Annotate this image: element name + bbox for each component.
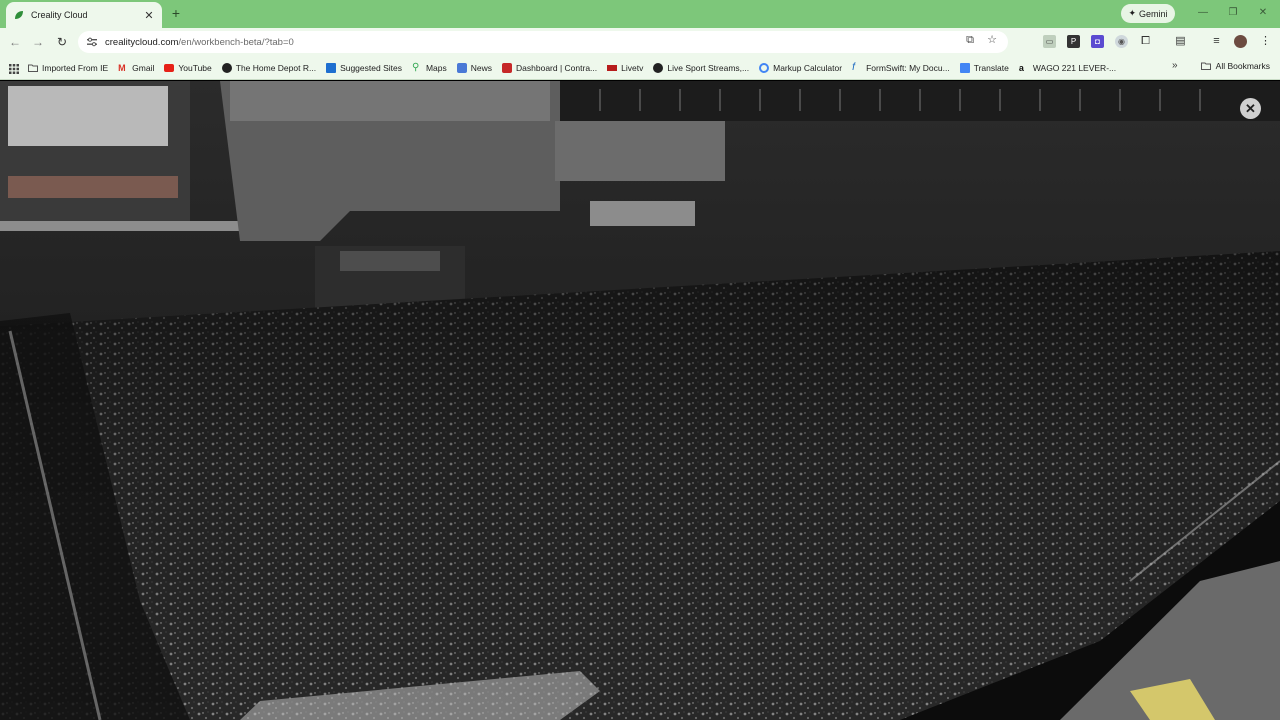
forward-arrow-icon[interactable]: → — [29, 33, 47, 51]
new-tab-button[interactable]: + — [168, 5, 184, 21]
reload-icon[interactable]: ↻ — [53, 33, 71, 51]
gemini-label: Gemini — [1139, 8, 1168, 19]
extensions-puzzle-icon[interactable]: ⧠ — [1139, 35, 1152, 48]
reading-list-icon[interactable]: ▤ — [1174, 35, 1187, 48]
homedepot-icon — [221, 62, 232, 73]
creality-leaf-icon — [15, 11, 23, 19]
bookmark-item[interactable]: Imported From IE — [28, 63, 108, 73]
bookmark-item[interactable]: Livetv — [607, 63, 643, 73]
bookmark-label: Livetv — [621, 62, 644, 73]
maps-icon: ⚲ — [411, 61, 420, 73]
printer-camera-view — [0, 81, 1280, 720]
menu-kebab-icon[interactable]: ⋮ — [1259, 35, 1272, 48]
bookmark-label: Imported From IE — [42, 62, 109, 73]
profile-avatar[interactable] — [1234, 35, 1247, 48]
news-icon — [456, 62, 467, 73]
bookmark-label: Dashboard | Contra... — [516, 62, 598, 73]
tab-title: Creality Cloud — [31, 10, 88, 20]
camera-feed-image — [0, 81, 1280, 720]
extension-shield-icon[interactable]: ◉ — [1115, 35, 1128, 48]
bookmark-item[interactable]: Markup Calculator — [759, 62, 843, 73]
url-path: /en/workbench-beta/?tab=0 — [178, 36, 294, 48]
sport-streams-icon — [653, 62, 664, 73]
dashboard-icon — [502, 62, 513, 73]
bookmark-label: Maps — [425, 62, 447, 73]
bookmark-item[interactable]: The Home Depot R... — [221, 62, 317, 73]
formswift-icon: f — [852, 61, 855, 73]
bookmark-item[interactable]: YouTube — [164, 62, 212, 73]
close-camera-button[interactable]: ✕ — [1240, 98, 1261, 119]
bookmark-label: Translate — [973, 62, 1009, 73]
bookmark-item[interactable]: Live Sport Streams,... — [653, 62, 750, 73]
bookmark-item[interactable]: f FormSwift: My Docu... — [852, 61, 950, 73]
bookmark-label: News — [470, 62, 493, 73]
youtube-icon — [164, 63, 175, 72]
address-bar[interactable]: crealitycloud.com/en/workbench-beta/?tab… — [78, 31, 1008, 53]
bookmark-item[interactable]: a WAGO 221 LEVER-... — [1019, 63, 1116, 73]
bookmark-item[interactable]: ⚲ Maps — [411, 61, 447, 73]
extension-p-icon[interactable]: P — [1067, 35, 1080, 48]
all-bookmarks-label: All Bookmarks — [1215, 61, 1270, 71]
extension-tabs-icon[interactable]: ▭ — [1043, 35, 1056, 48]
bookmarks-overflow-chevron-icon[interactable]: » — [1172, 60, 1178, 71]
apps-grid-icon[interactable] — [9, 61, 19, 79]
translate-icon — [959, 62, 970, 73]
bookmark-star-icon[interactable]: ☆ — [985, 33, 999, 47]
folder-icon — [28, 64, 38, 72]
suggested-sites-icon — [326, 62, 337, 73]
bookmark-label: The Home Depot R... — [235, 62, 317, 73]
extension-purple-icon[interactable]: ◘ — [1091, 35, 1104, 48]
bookmarks-bar: Imported From IE M Gmail YouTube The Hom… — [0, 56, 1280, 80]
bookmark-label: Live Sport Streams,... — [667, 62, 750, 73]
install-app-icon[interactable]: ⧉ — [963, 33, 977, 47]
tab-creality-cloud[interactable]: Creality Cloud ✕ — [6, 2, 162, 28]
window-close-button[interactable]: ✕ — [1253, 4, 1273, 22]
bookmark-label: WAGO 221 LEVER-... — [1032, 62, 1117, 73]
tab-close-icon[interactable]: ✕ — [142, 8, 156, 22]
tab-strip: Creality Cloud ✕ + ✦ Gemini — ❐ ✕ — [0, 0, 1280, 28]
folder-icon — [1200, 62, 1211, 70]
site-info-icon[interactable] — [86, 36, 98, 48]
all-bookmarks-button[interactable]: All Bookmarks — [1200, 61, 1270, 71]
minimize-button[interactable]: — — [1193, 4, 1213, 22]
livetv-icon — [607, 64, 618, 71]
bookmark-item[interactable]: News — [456, 62, 493, 73]
back-arrow-icon[interactable]: ← — [6, 33, 24, 51]
gmail-icon: M — [118, 62, 126, 73]
restore-button[interactable]: ❐ — [1223, 4, 1243, 22]
bookmark-item[interactable]: M Gmail — [118, 63, 154, 73]
gemini-spark-icon: ✦ — [1128, 8, 1137, 18]
bookmark-item[interactable]: Dashboard | Contra... — [502, 62, 598, 73]
media-controls-icon[interactable]: ≡ — [1210, 35, 1223, 48]
gemini-button[interactable]: ✦ Gemini — [1121, 4, 1175, 23]
markup-calculator-icon — [759, 62, 770, 73]
amazon-icon: a — [1018, 62, 1024, 73]
bookmark-label: Markup Calculator — [773, 62, 843, 73]
bookmark-label: Suggested Sites — [340, 62, 402, 73]
browser-toolbar: ← → ↻ crealitycloud.com/en/workbench-bet… — [0, 28, 1280, 56]
bookmark-label: YouTube — [178, 62, 212, 73]
bookmark-item[interactable]: Suggested Sites — [326, 62, 402, 73]
bookmark-label: Gmail — [132, 62, 155, 73]
bookmark-item[interactable]: Translate — [959, 62, 1009, 73]
bookmark-label: FormSwift: My Docu... — [866, 62, 950, 73]
url-host: crealitycloud.com — [105, 36, 179, 48]
